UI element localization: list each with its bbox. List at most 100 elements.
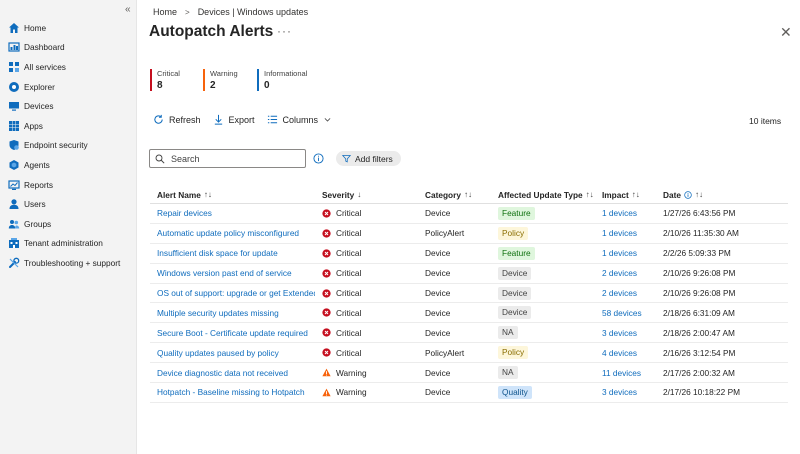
date-text: 1/27/26 6:43:56 PM <box>663 208 736 219</box>
breadcrumb-current[interactable]: Devices | Windows updates <box>198 7 308 17</box>
sidebar: « Home Dashboard All services Explorer D… <box>0 0 137 454</box>
table-row[interactable]: Device diagnostic data not received Warni… <box>150 363 788 384</box>
alert-name-link[interactable]: Quality updates paused by policy <box>157 348 279 358</box>
severity-text: Critical <box>336 347 362 358</box>
impact-link[interactable]: 1 devices <box>602 248 637 258</box>
category-text: Device <box>425 307 451 318</box>
severity-text: Critical <box>336 268 362 279</box>
close-icon[interactable]: ✕ <box>780 24 792 41</box>
column-header-alert-name[interactable]: Alert Name ↑↓ <box>150 190 315 200</box>
summary-informational: Informational 0 <box>257 69 317 91</box>
column-header-category[interactable]: Category ↑↓ <box>418 190 491 200</box>
table-row[interactable]: Multiple security updates missing Critica… <box>150 303 788 324</box>
date-text: 2/10/26 9:26:08 PM <box>663 288 736 298</box>
severity-summary: Critical 8 Warning 2 Informational 0 <box>150 69 325 91</box>
alert-name-link[interactable]: Device diagnostic data not received <box>157 368 288 378</box>
warning-icon <box>322 388 331 397</box>
severity-cell: Critical <box>315 228 418 238</box>
category-text: Device <box>425 268 451 279</box>
alert-name-link[interactable]: Automatic update policy misconfigured <box>157 228 299 238</box>
table-row[interactable]: Secure Boot - Certificate update require… <box>150 323 788 344</box>
sidebar-item-home[interactable]: Home <box>0 18 137 38</box>
refresh-label: Refresh <box>169 114 201 125</box>
table-row[interactable]: Insufficient disk space for update Critic… <box>150 244 788 264</box>
sidebar-item-all-services[interactable]: All services <box>0 57 137 77</box>
impact-link[interactable]: 2 devices <box>602 268 637 278</box>
search-icon <box>155 154 165 164</box>
impact-link[interactable]: 3 devices <box>602 328 637 338</box>
export-button[interactable]: Export <box>213 114 255 125</box>
summary-informational-value: 0 <box>264 80 270 91</box>
all-services-icon <box>8 61 20 73</box>
impact-link[interactable]: 1 devices <box>602 228 637 238</box>
search-box[interactable] <box>149 149 306 168</box>
severity-cell: Critical <box>315 288 418 298</box>
more-options-icon[interactable]: ··· <box>277 24 292 38</box>
sidebar-item-devices[interactable]: Devices <box>0 96 137 116</box>
impact-link[interactable]: 58 devices <box>602 308 642 318</box>
alert-name-link[interactable]: Multiple security updates missing <box>157 308 279 318</box>
table-row[interactable]: Hotpatch - Baseline missing to Hotpatch W… <box>150 383 788 403</box>
table-row[interactable]: Quality updates paused by policy Critical… <box>150 343 788 364</box>
sidebar-item-label: All services <box>24 61 66 72</box>
column-header-impact[interactable]: Impact ↑↓ <box>595 190 656 200</box>
category-text: PolicyAlert <box>425 347 465 358</box>
refresh-button[interactable]: Refresh <box>153 114 201 125</box>
severity-cell: Critical <box>315 328 418 338</box>
add-filters-button[interactable]: Add filters <box>336 151 401 166</box>
info-icon[interactable] <box>313 153 324 164</box>
alert-name-link[interactable]: Windows version past end of service <box>157 268 292 278</box>
sidebar-item-explorer[interactable]: Explorer <box>0 77 137 97</box>
alert-name-link[interactable]: Hotpatch - Baseline missing to Hotpatch <box>157 387 305 397</box>
sidebar-item-label: Tenant administration <box>24 238 103 249</box>
sort-icon: ↑↓ <box>463 190 472 199</box>
sidebar-item-users[interactable]: Users <box>0 194 137 214</box>
alert-name-link[interactable]: OS out of support: upgrade or get Extend… <box>157 288 315 298</box>
sidebar-item-agents[interactable]: Agents <box>0 155 137 175</box>
impact-link[interactable]: 11 devices <box>602 368 641 378</box>
sidebar-nav: Home Dashboard All services Explorer Dev… <box>0 18 137 273</box>
update-type-badge: Policy <box>498 346 529 360</box>
column-header-date[interactable]: Date ↑↓ <box>656 190 788 200</box>
troubleshooting-icon <box>8 257 20 269</box>
refresh-icon <box>154 114 163 124</box>
impact-link[interactable]: 3 devices <box>602 387 637 397</box>
critical-icon <box>322 209 331 218</box>
warning-icon <box>322 368 331 377</box>
table-row[interactable]: Repair devices Critical Device Feature 1 dev… <box>150 204 788 224</box>
endpoint-security-icon <box>8 139 20 151</box>
impact-link[interactable]: 1 devices <box>602 208 637 218</box>
column-header-severity[interactable]: Severity ↓ <box>315 190 418 200</box>
date-text: 2/10/26 11:35:30 AM <box>663 228 739 239</box>
update-type-badge: Device <box>498 306 532 320</box>
tenant-admin-icon <box>8 237 20 249</box>
collapse-sidebar-icon[interactable]: « <box>125 4 131 15</box>
columns-button[interactable]: Columns <box>267 114 333 125</box>
table-row[interactable]: Windows version past end of service Criti… <box>150 264 788 284</box>
breadcrumb-home[interactable]: Home <box>153 7 177 17</box>
sidebar-item-label: Home <box>24 22 47 33</box>
sidebar-item-apps[interactable]: Apps <box>0 116 137 136</box>
column-header-affected-update-type[interactable]: Affected Update Type ↑↓ <box>491 190 595 200</box>
severity-cell: Critical <box>315 308 418 318</box>
sidebar-item-troubleshooting-support[interactable]: Troubleshooting + support <box>0 253 137 273</box>
info-icon[interactable] <box>684 190 692 199</box>
severity-text: Critical <box>336 327 362 338</box>
critical-icon <box>322 328 331 337</box>
sidebar-item-tenant-administration[interactable]: Tenant administration <box>0 234 137 254</box>
search-input[interactable] <box>171 153 301 164</box>
sidebar-item-reports[interactable]: Reports <box>0 175 137 195</box>
sidebar-item-dashboard[interactable]: Dashboard <box>0 38 137 58</box>
sidebar-item-groups[interactable]: Groups <box>0 214 137 234</box>
apps-icon <box>8 120 20 132</box>
alert-name-link[interactable]: Insufficient disk space for update <box>157 248 278 258</box>
alert-name-link[interactable]: Repair devices <box>157 208 212 218</box>
export-label: Export <box>228 114 255 125</box>
alert-name-link[interactable]: Secure Boot - Certificate update require… <box>157 328 308 338</box>
sidebar-item-label: Devices <box>24 101 54 112</box>
sidebar-item-endpoint-security[interactable]: Endpoint security <box>0 136 137 156</box>
impact-link[interactable]: 4 devices <box>602 348 637 358</box>
table-row[interactable]: OS out of support: upgrade or get Extend… <box>150 284 788 304</box>
table-row[interactable]: Automatic update policy misconfigured Cri… <box>150 224 788 244</box>
impact-link[interactable]: 2 devices <box>602 288 637 298</box>
